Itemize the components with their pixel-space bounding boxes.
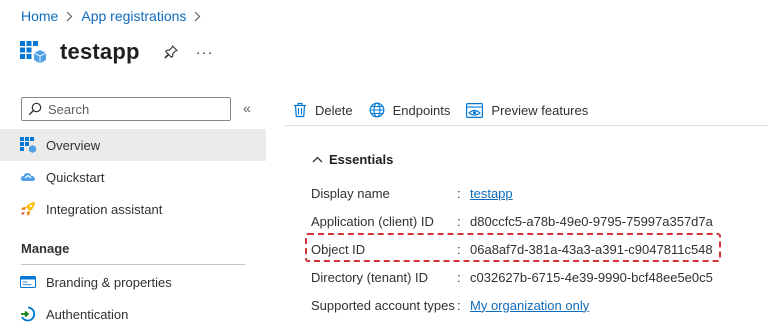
- chevron-right-icon: [194, 11, 201, 22]
- search-input[interactable]: [48, 101, 218, 117]
- property-separator: :: [457, 269, 461, 285]
- chevron-right-icon: [66, 11, 73, 22]
- globe-icon: [369, 102, 385, 118]
- essentials-toggle[interactable]: Essentials: [312, 152, 393, 167]
- app-registration-icon: [20, 39, 46, 65]
- sidebar-item-label: Quickstart: [46, 169, 105, 185]
- display-name-link[interactable]: testapp: [470, 186, 513, 201]
- sidebar-item-label: Branding & properties: [46, 274, 172, 290]
- property-separator: :: [457, 213, 461, 229]
- authentication-icon: [20, 306, 36, 322]
- client-id-value: d80ccfc5-a78b-49e0-9795-75997a357d7a: [470, 213, 713, 229]
- command-bar: Delete Endpoints Preview features: [293, 98, 604, 122]
- rocket-icon: [20, 201, 36, 217]
- essentials-label: Essentials: [329, 152, 394, 167]
- preview-features-button[interactable]: Preview features: [466, 103, 588, 118]
- sidebar-item-integration-assistant[interactable]: Integration assistant: [0, 193, 266, 225]
- toolbar-divider: [285, 125, 768, 126]
- property-separator: :: [457, 297, 461, 313]
- property-separator: :: [457, 185, 461, 201]
- section-divider: [21, 264, 245, 265]
- tenant-id-value: c032627b-6715-4e39-9990-bcf48ee5e0c5: [470, 269, 713, 285]
- object-id-highlight: [305, 233, 721, 262]
- property-key: Display name: [311, 185, 390, 201]
- breadcrumb: Home App registrations: [21, 8, 209, 24]
- page-header: testapp ···: [20, 34, 214, 70]
- more-options-button[interactable]: ···: [196, 44, 214, 61]
- pin-icon[interactable]: [164, 45, 178, 59]
- endpoints-label: Endpoints: [392, 102, 451, 118]
- account-types-link[interactable]: My organization only: [470, 298, 589, 313]
- property-key: Directory (tenant) ID: [311, 269, 429, 285]
- overview-grid-icon: [20, 137, 36, 153]
- search-box[interactable]: [21, 97, 231, 121]
- sidebar: « Overview Quickstart: [0, 96, 266, 323]
- branding-icon: [20, 274, 36, 290]
- quickstart-cloud-icon: [20, 169, 36, 185]
- collapse-sidebar-button[interactable]: «: [243, 100, 251, 116]
- preview-features-label: Preview features: [491, 102, 589, 118]
- page-title: testapp: [60, 39, 140, 64]
- sidebar-item-overview[interactable]: Overview: [0, 129, 266, 161]
- sidebar-item-authentication[interactable]: Authentication: [0, 298, 266, 323]
- property-key: Application (client) ID: [311, 213, 434, 229]
- delete-button[interactable]: Delete: [293, 102, 353, 118]
- sidebar-item-label: Overview: [46, 137, 101, 153]
- breadcrumb-app-registrations[interactable]: App registrations: [81, 8, 186, 24]
- preview-features-icon: [466, 102, 484, 118]
- trash-icon: [293, 102, 307, 118]
- section-header-manage: Manage: [21, 241, 70, 256]
- breadcrumb-home[interactable]: Home: [21, 8, 58, 24]
- endpoints-button[interactable]: Endpoints: [369, 102, 451, 118]
- chevron-up-icon: [312, 156, 323, 163]
- search-icon: [28, 102, 42, 116]
- sidebar-item-label: Integration assistant: [46, 201, 163, 217]
- sidebar-item-branding-properties[interactable]: Branding & properties: [0, 266, 266, 298]
- property-key: Supported account types: [311, 297, 455, 313]
- sidebar-item-label: Authentication: [46, 306, 129, 322]
- delete-label: Delete: [315, 102, 353, 118]
- sidebar-item-quickstart[interactable]: Quickstart: [0, 161, 266, 193]
